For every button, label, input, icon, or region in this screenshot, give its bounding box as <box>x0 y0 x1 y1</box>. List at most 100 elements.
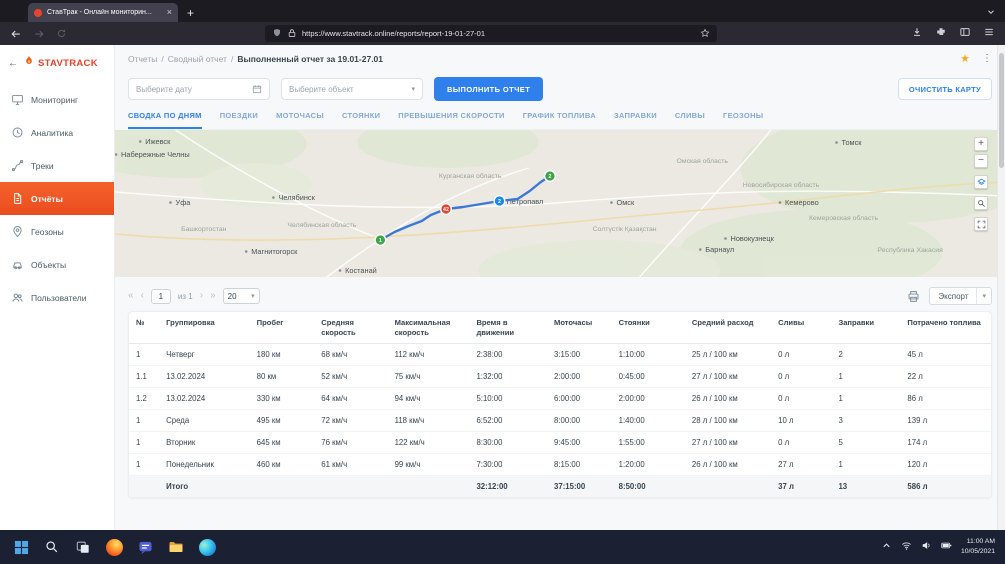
sidebar-item-objects[interactable]: Объекты <box>0 248 114 281</box>
table-cell: 139 л <box>900 409 991 431</box>
scrollbar-thumb[interactable] <box>999 53 1004 168</box>
print-icon[interactable] <box>907 290 920 303</box>
route-marker-event[interactable]: 42 <box>441 204 452 215</box>
page-scrollbar[interactable] <box>997 45 1005 530</box>
sidebar-item-reports[interactable]: Отчёты <box>0 182 114 215</box>
zoom-in-button[interactable]: + <box>974 137 988 151</box>
sidebar-item-monitoring[interactable]: Мониторинг <box>0 83 114 116</box>
table-cell: 1:32:00 <box>469 365 547 387</box>
tab-daily-summary[interactable]: СВОДКА ПО ДНЯМ <box>128 111 202 129</box>
fullscreen-button[interactable] <box>974 217 988 231</box>
new-tab-button[interactable]: + <box>187 7 194 19</box>
sidebar-item-analytics[interactable]: Аналитика <box>0 116 114 149</box>
shield-icon[interactable] <box>272 25 282 43</box>
map-city-label: Магнитогорск <box>251 247 298 256</box>
export-button[interactable]: Экспорт ▾ <box>929 287 992 305</box>
table-row[interactable]: 1.213.02.2024330 км64 км/ч94 км/ч5:10:00… <box>129 387 991 409</box>
zoom-out-button[interactable]: − <box>974 154 988 168</box>
table-row[interactable]: 1Среда495 км72 км/ч118 км/ч6:52:008:00:0… <box>129 409 991 431</box>
breadcrumb-link-reports[interactable]: Отчеты <box>128 54 157 64</box>
map[interactable]: Ижевск Набережные Челны Уфа Челябинск Ма… <box>115 130 1005 277</box>
sidebar-collapse-icon[interactable]: ← <box>8 59 18 69</box>
sidebar-item-users[interactable]: Пользователи <box>0 281 114 314</box>
wifi-icon[interactable] <box>901 538 912 556</box>
breadcrumb-row: Отчеты / Сводный отчет / Выполненный отч… <box>128 50 992 68</box>
route-marker-start[interactable]: 1 <box>375 235 386 246</box>
tab-fuel-chart[interactable]: ГРАФИК ТОПЛИВА <box>523 111 596 129</box>
download-icon[interactable] <box>911 25 923 43</box>
tab-geozones[interactable]: ГЕОЗОНЫ <box>723 111 763 129</box>
layers-button[interactable] <box>974 175 988 189</box>
next-page-icon[interactable]: › <box>200 291 203 301</box>
object-select[interactable]: Выберите объект ▾ <box>281 78 423 100</box>
screen: СтавТрак - Онлайн мониторин... × + https… <box>0 0 1005 564</box>
volume-icon[interactable] <box>921 538 932 556</box>
table-row[interactable]: 1Понедельник460 км61 км/ч99 км/ч7:30:008… <box>129 453 991 475</box>
table-cell: Итого <box>159 475 250 497</box>
table-row[interactable]: 1.113.02.202480 км52 км/ч75 км/ч1:32:002… <box>129 365 991 387</box>
back-icon[interactable] <box>10 28 22 40</box>
table-cell: 1 <box>129 453 159 475</box>
page-number-input[interactable]: 1 <box>151 289 171 304</box>
map-search-button[interactable] <box>974 196 988 210</box>
forward-icon[interactable] <box>33 28 45 40</box>
last-page-icon[interactable]: » <box>210 291 216 301</box>
table-cell: 75 км/ч <box>388 365 470 387</box>
lock-icon[interactable] <box>287 25 297 43</box>
table-cell <box>129 475 159 497</box>
page-size-select[interactable]: 20 ▾ <box>223 288 260 304</box>
route-icon <box>11 159 24 172</box>
address-bar[interactable]: https://www.stavtrack.online/reports/rep… <box>265 25 717 42</box>
edge-icon[interactable] <box>196 536 218 558</box>
chevron-down-icon: ▾ <box>251 293 255 300</box>
route-marker-waypoint[interactable]: 2 <box>494 196 505 207</box>
table-cell: 2:38:00 <box>469 343 547 365</box>
clock[interactable]: 11:00 AM 10/05/2021 <box>961 537 995 557</box>
file-explorer-icon[interactable] <box>165 536 187 558</box>
prev-page-icon[interactable]: ‹ <box>141 291 144 301</box>
breadcrumb-link-summary[interactable]: Сводный отчет <box>168 54 227 64</box>
map-canvas[interactable]: Ижевск Набережные Челны Уфа Челябинск Ма… <box>115 130 1005 277</box>
refresh-icon[interactable] <box>56 28 67 39</box>
table-cell: 37:15:00 <box>547 475 612 497</box>
flame-logo-icon <box>23 54 35 73</box>
sidebar-item-geozones[interactable]: Геозоны <box>0 215 114 248</box>
first-page-icon[interactable]: « <box>128 291 134 301</box>
svg-text:1: 1 <box>379 238 382 244</box>
bookmark-star-icon[interactable] <box>700 25 710 43</box>
sidebar-item-tracks[interactable]: Треки <box>0 149 114 182</box>
kebab-menu-icon[interactable]: ⋮ <box>982 54 992 64</box>
tray-chevron-up-icon[interactable] <box>881 538 892 556</box>
extensions-icon[interactable] <box>935 25 947 43</box>
chat-icon[interactable] <box>134 536 156 558</box>
breadcrumb: Отчеты / Сводный отчет / Выполненный отч… <box>128 54 383 64</box>
tab-refuels[interactable]: ЗАПРАВКИ <box>614 111 657 129</box>
tab-engine-hours[interactable]: МОТОЧАСЫ <box>276 111 324 129</box>
search-icon[interactable] <box>41 536 63 558</box>
tab-parkings[interactable]: СТОЯНКИ <box>342 111 380 129</box>
tab-trips[interactable]: ПОЕЗДКИ <box>220 111 258 129</box>
tab-speeding[interactable]: ПРЕВЫШЕНИЯ СКОРОСТИ <box>398 111 504 129</box>
route-marker-end[interactable]: 2 <box>545 171 556 182</box>
task-view-icon[interactable] <box>72 536 94 558</box>
table-cell: 13 <box>831 475 900 497</box>
date-input[interactable]: Выберите дату <box>128 78 270 100</box>
sidebar-item-label: Геозоны <box>31 227 64 237</box>
table-row[interactable]: 1Четверг180 км68 км/ч112 км/ч2:38:003:15… <box>129 343 991 365</box>
list-tabs-icon[interactable] <box>986 7 996 17</box>
table-cell <box>314 475 387 497</box>
menu-hamburger-icon[interactable] <box>983 25 995 43</box>
run-report-button[interactable]: ВЫПОЛНИТЬ ОТЧЕТ <box>434 77 543 101</box>
tab-close-icon[interactable]: × <box>167 8 172 17</box>
firefox-icon[interactable] <box>103 536 125 558</box>
tab-drains[interactable]: СЛИВЫ <box>675 111 705 129</box>
sidebar-panel-icon[interactable] <box>959 25 971 43</box>
table-row[interactable]: 1Вторник645 км76 км/ч122 км/ч8:30:009:45… <box>129 431 991 453</box>
start-button-icon[interactable] <box>10 536 32 558</box>
table-cell: 0 л <box>771 431 831 453</box>
battery-icon[interactable] <box>941 538 952 556</box>
browser-tab[interactable]: СтавТрак - Онлайн мониторин... × <box>28 3 178 22</box>
table-cell: 80 км <box>250 365 315 387</box>
favorite-star-icon[interactable]: ★ <box>960 54 970 65</box>
clear-map-button[interactable]: ОЧИСТИТЬ КАРТУ <box>898 78 992 100</box>
